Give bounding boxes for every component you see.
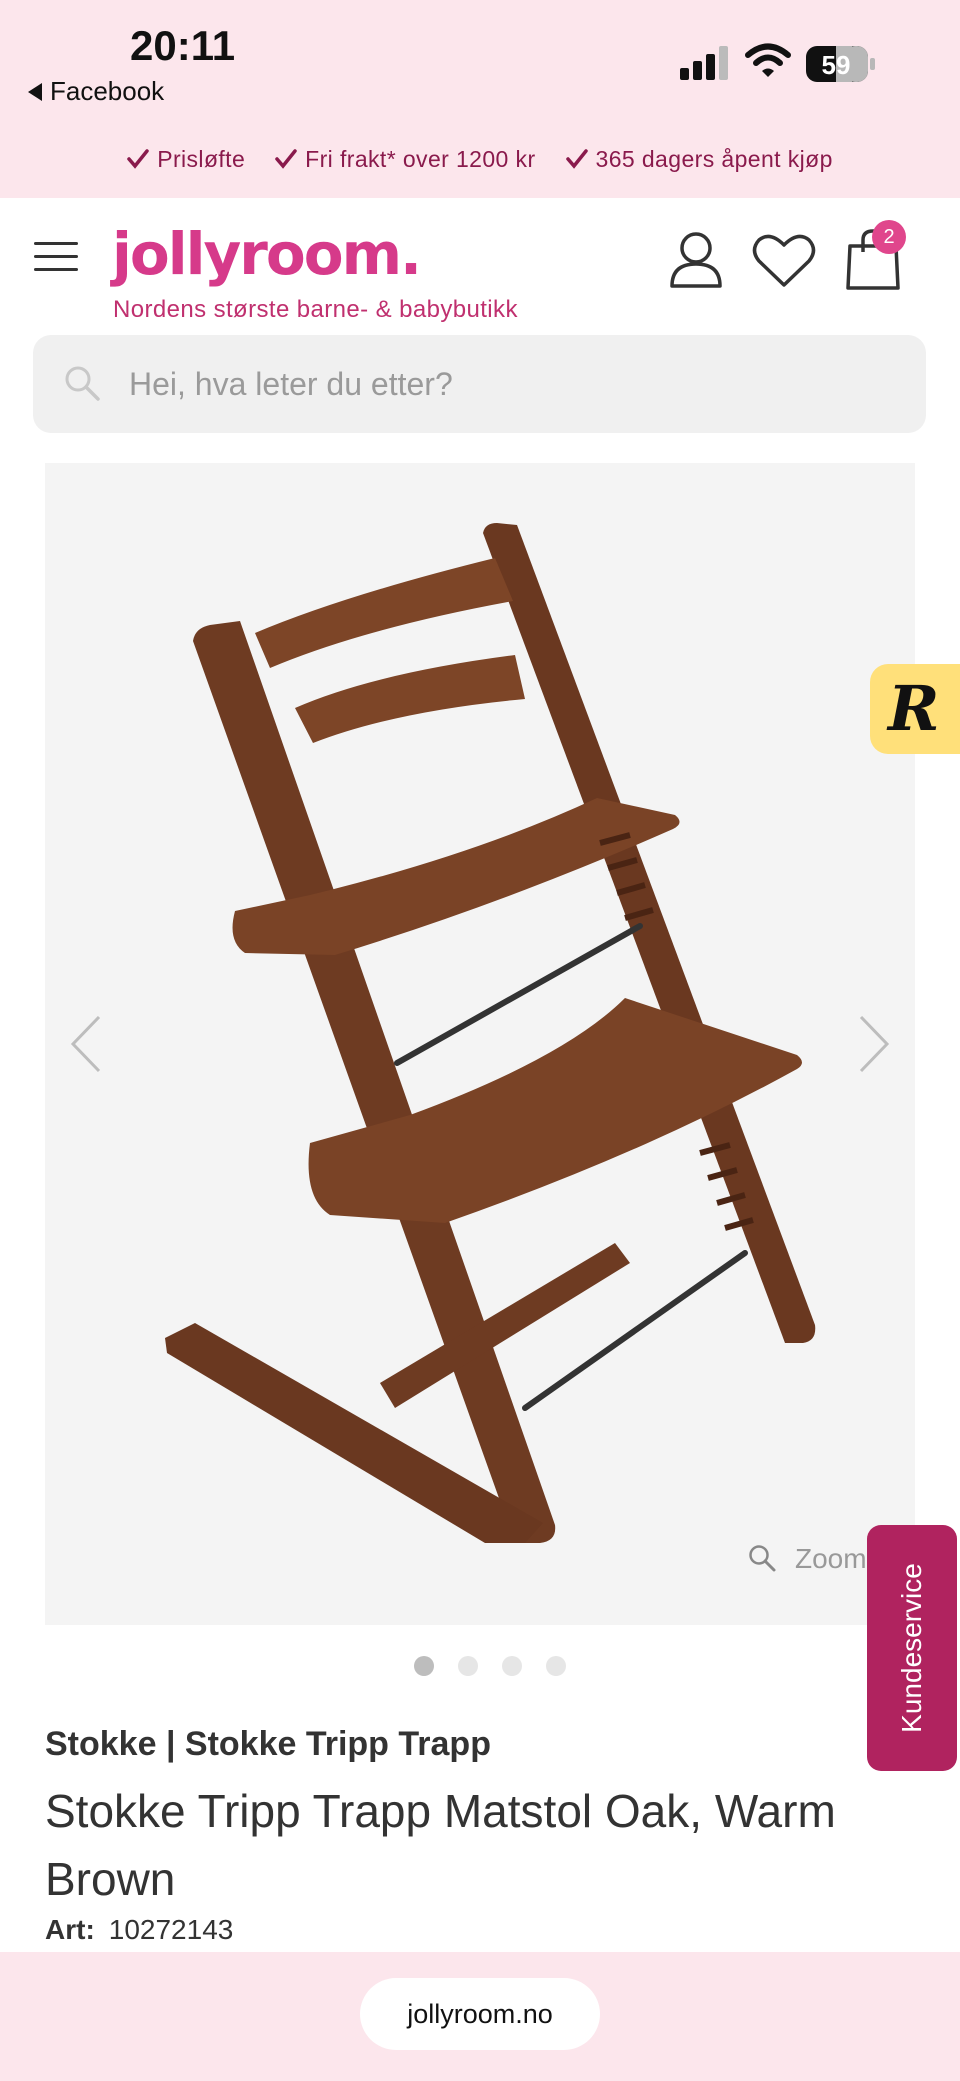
back-triangle-icon	[28, 82, 42, 101]
browser-bottom-bar: jollyroom.no	[0, 1952, 960, 2081]
product-title: Stokke Tripp Trapp Matstol Oak, Warm Bro…	[45, 1785, 836, 1905]
cellular-signal-icon	[680, 46, 728, 80]
article-number: 10272143	[108, 1914, 234, 1945]
pagination-dot[interactable]	[458, 1656, 478, 1676]
promo-label: 365 dagers åpent kjøp	[595, 145, 833, 172]
gallery-pagination	[0, 1656, 960, 1676]
battery-level: 59	[822, 50, 851, 80]
pagination-dot[interactable]	[546, 1656, 566, 1676]
next-image-arrow-icon[interactable]	[857, 1013, 893, 1075]
checkmark-icon	[127, 149, 149, 169]
account-icon[interactable]	[668, 230, 724, 288]
product-image-gallery[interactable]: Zoom	[45, 463, 915, 1625]
site-header: jollyroom. Nordens største barne- & baby…	[0, 198, 960, 328]
search-bar[interactable]	[33, 335, 926, 433]
wifi-icon	[745, 43, 791, 77]
wishlist-heart-icon[interactable]	[752, 232, 816, 288]
back-app-label: Facebook	[50, 76, 165, 106]
previous-image-arrow-icon[interactable]	[67, 1013, 103, 1075]
back-to-app-button[interactable]: Facebook	[28, 76, 164, 107]
reviews-widget-button[interactable]: R	[870, 664, 960, 754]
promo-bar: Prisløfte Fri frakt* over 1200 kr 365 da…	[0, 120, 960, 198]
customer-service-label: Kundeservice	[896, 1563, 927, 1733]
product-brand[interactable]: Stokke | Stokke Tripp Trapp	[45, 1725, 491, 1764]
site-logo[interactable]: jollyroom.	[112, 220, 422, 288]
promo-item-open-purchase: 365 dagers åpent kjøp	[565, 145, 833, 173]
customer-service-button[interactable]: Kundeservice	[867, 1525, 957, 1771]
pagination-dot[interactable]	[502, 1656, 522, 1676]
product-article-number: Art: 10272143	[45, 1914, 233, 1946]
article-label: Art:	[45, 1914, 95, 1945]
reviews-logo-icon: R	[888, 672, 940, 745]
status-bar: 20:11 Facebook 59	[0, 0, 960, 310]
promo-item-price-promise: Prisløfte	[127, 146, 245, 173]
cart-count-badge[interactable]: 2	[872, 220, 906, 254]
menu-icon[interactable]	[34, 240, 80, 274]
search-input[interactable]	[129, 335, 889, 433]
promo-label: Prisløfte	[157, 145, 246, 172]
checkmark-icon	[275, 149, 297, 169]
zoom-icon[interactable]	[747, 1543, 777, 1573]
pagination-dot[interactable]	[414, 1656, 434, 1676]
promo-label: Fri frakt* over 1200 kr	[305, 145, 536, 172]
search-icon	[65, 366, 100, 401]
browser-url-bar[interactable]: jollyroom.no	[360, 1978, 600, 2050]
status-time: 20:11	[130, 22, 236, 69]
site-tagline: Nordens største barne- & babybutikk	[113, 296, 518, 323]
checkmark-icon	[565, 149, 588, 169]
zoom-label[interactable]: Zoom	[795, 1543, 867, 1575]
promo-item-free-shipping: Fri frakt* over 1200 kr	[275, 146, 535, 173]
product-image-chair[interactable]	[45, 463, 915, 1625]
battery-icon: 59	[806, 46, 875, 82]
